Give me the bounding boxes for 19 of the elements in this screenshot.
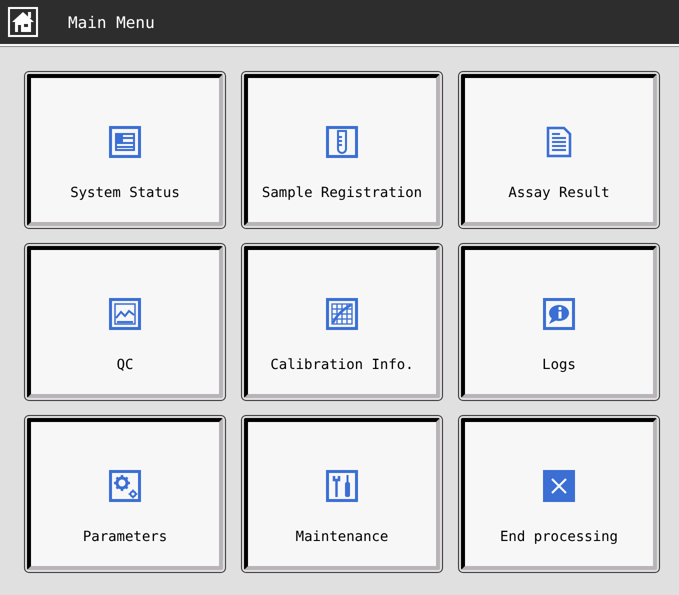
gears-icon	[109, 470, 141, 502]
home-icon[interactable]	[8, 7, 38, 37]
menu-tile[interactable]: Assay Result	[461, 74, 657, 226]
menu-tile[interactable]: Sample Registration	[244, 74, 440, 226]
screen-title: Main Menu	[68, 12, 155, 32]
panel-icon	[109, 126, 141, 158]
menu-tile[interactable]: System Status	[27, 74, 223, 226]
info-bubble-icon	[543, 298, 575, 330]
menu-tile[interactable]: Calibration Info.	[244, 246, 440, 398]
test-tube-icon	[326, 126, 358, 158]
line-graph-icon	[109, 298, 141, 330]
menu-tile[interactable]: Maintenance	[244, 418, 440, 570]
menu-tile[interactable]: Parameters	[27, 418, 223, 570]
calibration-grid-icon	[326, 298, 358, 330]
close-icon	[543, 470, 575, 502]
menu-tile[interactable]: QC	[27, 246, 223, 398]
menu-tile[interactable]: Logs	[461, 246, 657, 398]
tools-icon	[326, 470, 358, 502]
menu-tile[interactable]: End processing	[461, 418, 657, 570]
